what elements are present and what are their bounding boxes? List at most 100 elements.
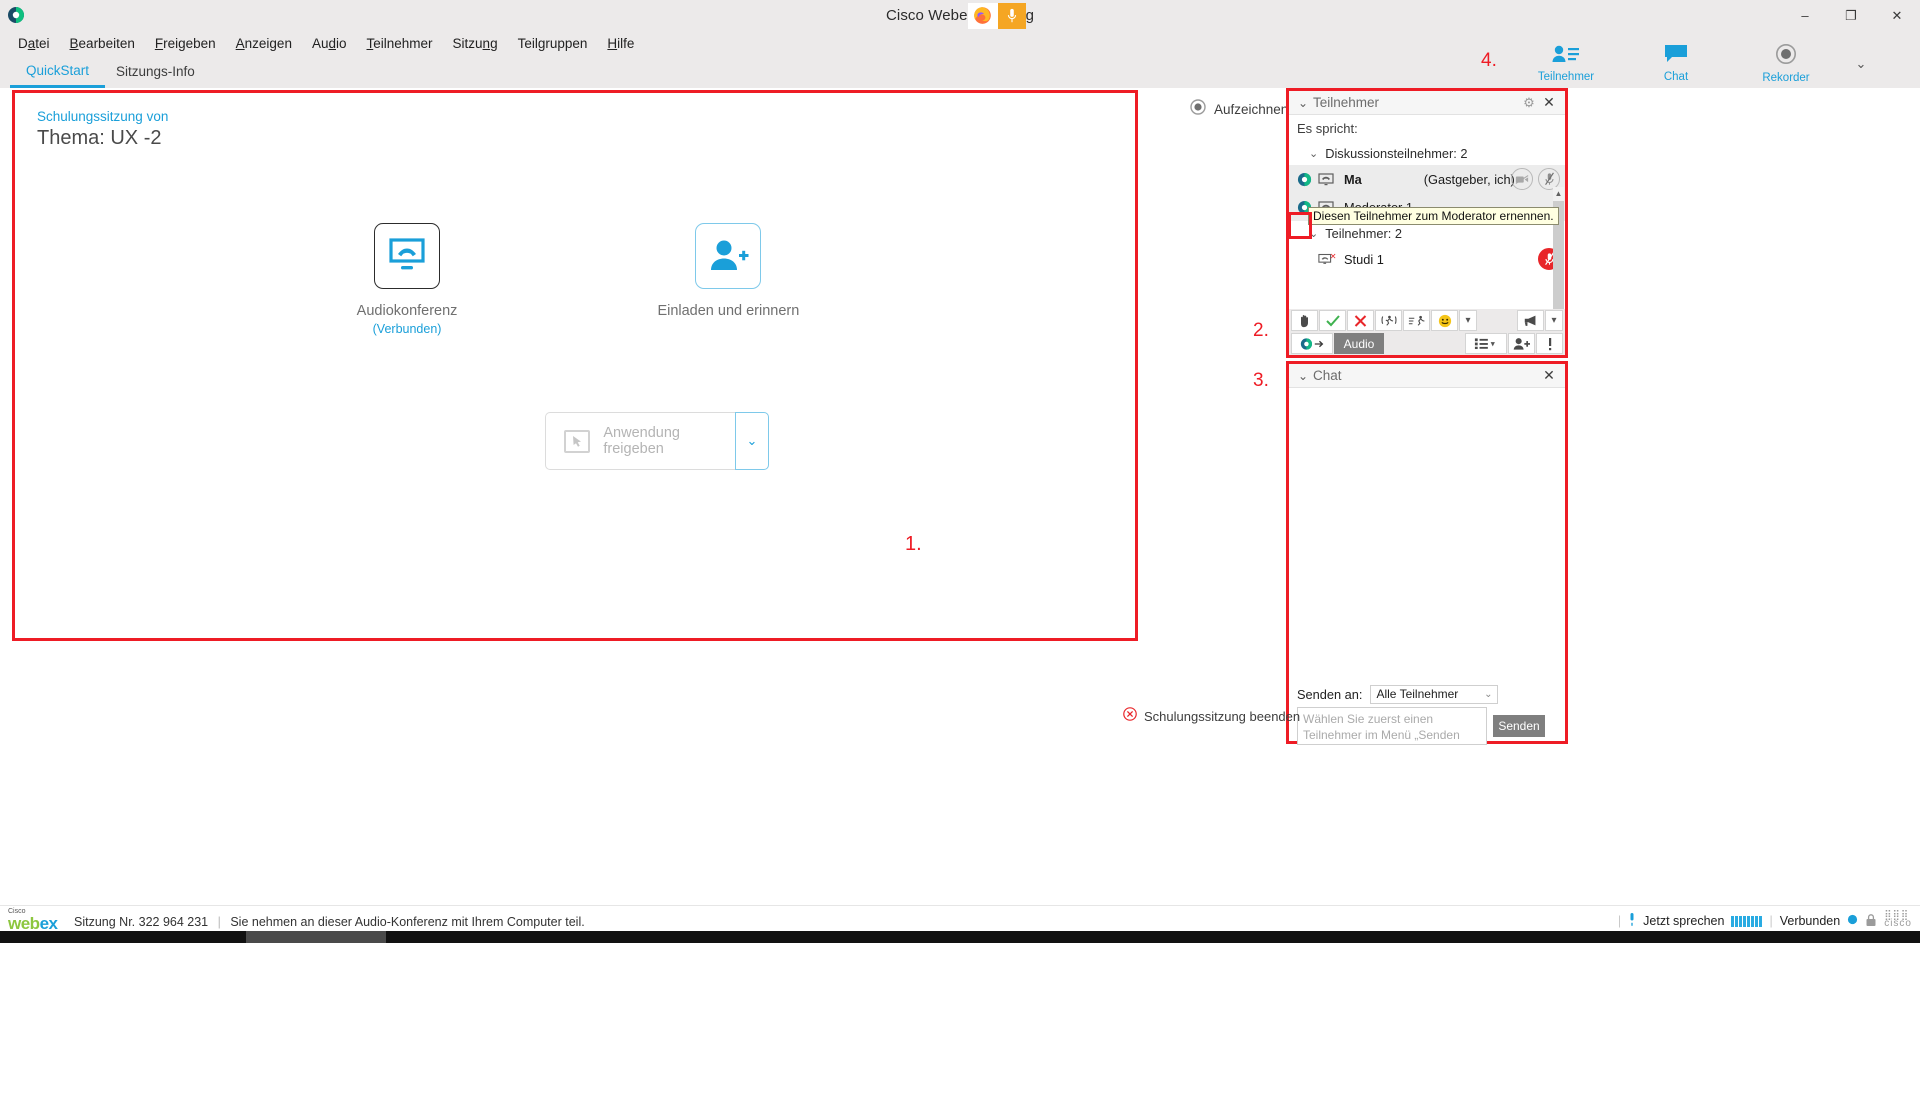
connected-label: Verbunden	[1779, 914, 1841, 928]
audio-tooltip: Audio	[1334, 333, 1384, 354]
tab-session-info[interactable]: Sitzungs-Info	[100, 55, 211, 88]
audio-conference-action[interactable]: Audiokonferenz (Verbunden)	[356, 223, 458, 336]
chat-close-icon[interactable]: ✕	[1539, 367, 1559, 384]
menu-item-teilgruppen[interactable]: Teilgruppen	[508, 34, 598, 53]
tab-quickstart[interactable]: QuickStart	[10, 55, 106, 88]
participants-panel-title: Teilnehmer	[1313, 95, 1380, 110]
panel-tab-bar: Teilnehmer Chat Rekorder ⌄	[1511, 39, 1920, 88]
chat-send-to-select[interactable]: Alle Teilnehmer ⌄	[1370, 684, 1499, 704]
quickstart-title: Thema: UX -2	[37, 127, 162, 149]
emoji-button[interactable]	[1431, 310, 1458, 331]
close-circle-icon	[1123, 707, 1137, 726]
group-label: Diskussionsteilnehmer: 2	[1325, 145, 1468, 161]
panel-tab-participants[interactable]: Teilnehmer	[1511, 39, 1621, 88]
menu-item-bearbeiten[interactable]: Bearbeiten	[60, 34, 145, 53]
microphone-icon	[1628, 912, 1636, 930]
yes-button[interactable]	[1319, 310, 1346, 331]
no-button[interactable]	[1347, 310, 1374, 331]
lock-icon	[1865, 913, 1877, 930]
share-application-label: Anwendung freigeben	[603, 425, 680, 457]
tab-strip: QuickStart Sitzungs-Info	[0, 55, 1575, 88]
status-divider: |	[217, 915, 221, 929]
participants-toolbar-row-2: Audio ▾	[1289, 332, 1565, 355]
webex-dot-icon	[1297, 172, 1312, 187]
menu-item-freigeben[interactable]: Freigeben	[145, 34, 226, 53]
window-title: Cisco Webe g	[0, 0, 1920, 31]
participants-collapse-chevron-icon[interactable]: ⌄	[1295, 96, 1311, 110]
audio-conference-icon	[374, 223, 441, 289]
broadcast-dropdown-chevron-icon[interactable]: ▾	[1545, 310, 1563, 331]
chat-send-to-value: Alle Teilnehmer	[1376, 687, 1459, 701]
share-application-button[interactable]: Anwendung freigeben	[545, 412, 735, 470]
menu-item-hilfe[interactable]: Hilfe	[597, 34, 644, 53]
send-button[interactable]: Senden	[1493, 715, 1545, 737]
share-dropdown-chevron-icon[interactable]: ⌄	[735, 412, 769, 470]
connected-dot-icon	[1847, 914, 1858, 928]
audio-conference-label: Audiokonferenz	[356, 303, 458, 319]
participants-icon	[1551, 44, 1581, 69]
invite-remind-action[interactable]: Einladen und erinnern	[657, 223, 799, 336]
group-chevron-icon: ⌄	[1309, 147, 1319, 160]
cisco-wordmark: ⣿⣿⣿ cisco	[1884, 910, 1912, 930]
record-control[interactable]: Aufzeichnen	[1190, 99, 1288, 120]
screen-x-icon: ✕	[1318, 252, 1336, 266]
chat-collapse-chevron-icon[interactable]: ⌄	[1295, 369, 1311, 383]
chat-panel-header: ⌄ Chat ✕	[1289, 364, 1565, 388]
chat-input[interactable]: Wählen Sie zuerst einen Teilnehmer im Me…	[1297, 707, 1487, 745]
close-button[interactable]: ✕	[1874, 0, 1920, 31]
window-title-left: Cisco Webe	[885, 7, 968, 24]
end-session-label: Schulungssitzung beenden	[1144, 709, 1301, 724]
chat-message-area[interactable]	[1289, 388, 1565, 681]
chat-send-to-label: Senden an:	[1297, 686, 1363, 702]
table-row[interactable]: ✕ Studi 1	[1289, 245, 1565, 273]
audio-connect-button[interactable]	[1291, 333, 1333, 354]
panel-tabs-chevron-icon[interactable]: ⌄	[1841, 39, 1881, 88]
marker-2: 2.	[1253, 320, 1269, 341]
raise-hand-button[interactable]	[1291, 310, 1318, 331]
menu-item-sitzung[interactable]: Sitzung	[443, 34, 508, 53]
session-number: Sitzung Nr. 322 964 231	[74, 915, 209, 929]
participants-toolbar: ▾ ▾ Audio ▾	[1289, 309, 1565, 355]
promote-moderator-tooltip: Diesen Teilnehmer zum Moderator ernennen…	[1308, 207, 1559, 225]
table-row[interactable]: Ma (Gastgeber, ich)	[1289, 165, 1565, 193]
menu-item-anzeigen[interactable]: Anzeigen	[226, 34, 302, 53]
participants-close-icon[interactable]: ✕	[1539, 94, 1559, 111]
menu-item-audio[interactable]: Audio	[302, 34, 357, 53]
menu-item-teilnehmer[interactable]: Teilnehmer	[357, 34, 443, 53]
maximize-button[interactable]: ❐	[1828, 0, 1874, 31]
invite-participant-button[interactable]	[1508, 333, 1535, 354]
chevron-down-icon: ⌄	[1484, 688, 1493, 700]
minimize-button[interactable]: –	[1782, 0, 1828, 31]
panel-tab-recorder[interactable]: Rekorder	[1731, 39, 1841, 88]
step-away-button[interactable]	[1403, 310, 1430, 331]
participant-group-header[interactable]: ⌄ Diskussionsteilnehmer: 2	[1289, 141, 1565, 165]
audio-conference-status: (Verbunden)	[372, 322, 442, 336]
emoji-dropdown-chevron-icon[interactable]: ▾	[1459, 310, 1477, 331]
marker-3: 3.	[1253, 370, 1269, 391]
end-session-button[interactable]: Schulungssitzung beenden	[1123, 707, 1300, 726]
recorder-icon	[1775, 43, 1797, 70]
participants-panel-header: ⌄ Teilnehmer ⚙ ✕	[1289, 91, 1565, 115]
share-application-icon	[564, 429, 591, 453]
menu-item-datei[interactable]: Datei	[8, 34, 60, 53]
taskbar-item[interactable]	[246, 931, 386, 943]
group-label: Teilnehmer: 2	[1325, 225, 1403, 241]
highlight-promote-moderator	[1288, 212, 1312, 239]
svg-text:✕: ✕	[1330, 252, 1336, 261]
window-title-right: g	[1025, 7, 1035, 24]
step-out-button[interactable]	[1375, 310, 1402, 331]
title-bar: Cisco Webe g – ❐ ✕	[0, 0, 1920, 31]
share-application-control: Anwendung freigeben ⌄	[545, 412, 769, 470]
record-label: Aufzeichnen	[1214, 102, 1289, 117]
participants-toolbar-row-1: ▾ ▾	[1289, 309, 1565, 332]
scroll-up-arrow-icon[interactable]: ▲	[1553, 187, 1564, 201]
list-view-button[interactable]: ▾	[1465, 333, 1507, 354]
title-overlay-icons	[967, 2, 1026, 29]
participant-role: (Gastgeber, ich)	[1423, 171, 1515, 187]
broadcast-button[interactable]	[1517, 310, 1544, 331]
gear-icon[interactable]: ⚙	[1519, 95, 1539, 111]
screen-icon	[1318, 172, 1336, 186]
camera-off-icon[interactable]	[1511, 168, 1533, 190]
alert-button[interactable]	[1536, 333, 1563, 354]
panel-tab-chat[interactable]: Chat	[1621, 39, 1731, 88]
